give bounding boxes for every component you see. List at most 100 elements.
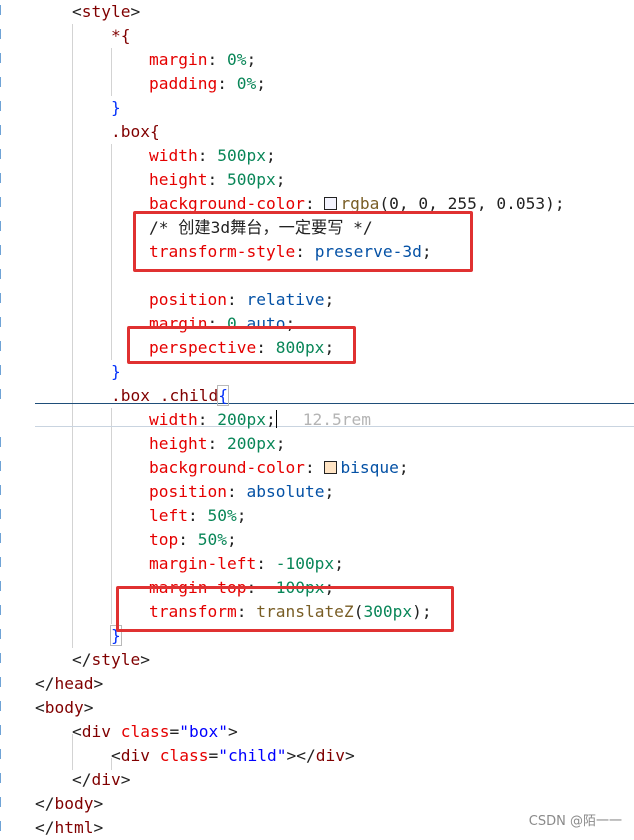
css-property: position xyxy=(149,482,227,501)
gutter-marker xyxy=(0,725,5,735)
code-line: } xyxy=(111,96,121,120)
css-value: 500px xyxy=(217,146,266,165)
gutter-marker xyxy=(0,797,5,807)
code-line: margin-left: -100px; xyxy=(149,554,344,573)
css-property: height xyxy=(149,170,208,189)
html-attribute-value: "child" xyxy=(218,746,287,765)
watermark-text: CSDN @陌一一 xyxy=(528,814,622,829)
code-line: position: relative; xyxy=(149,290,335,309)
code-line: <body> xyxy=(35,698,94,717)
text-caret xyxy=(275,410,277,428)
css-property: position xyxy=(149,290,227,309)
highlight-box-transform-style xyxy=(133,211,473,272)
code-line: height: 200px; xyxy=(149,434,286,453)
gutter-marker xyxy=(0,773,5,783)
css-property: margin xyxy=(149,50,208,69)
gutter-marker xyxy=(0,605,5,615)
css-property: width xyxy=(149,146,198,165)
gutter-marker xyxy=(0,533,5,543)
color-swatch[interactable] xyxy=(324,197,338,210)
body-open-tag: body xyxy=(44,698,84,717)
code-line: </style> xyxy=(72,650,150,669)
gutter-marker xyxy=(0,701,5,711)
html-close-tag: html xyxy=(54,818,94,837)
gutter-marker xyxy=(0,197,5,207)
gutter-marker xyxy=(0,437,5,447)
gutter-marker xyxy=(0,461,5,471)
color-swatch[interactable] xyxy=(324,461,338,474)
code-line: } xyxy=(111,360,121,384)
code-line[interactable]: width: 200px; 12.5rem xyxy=(149,408,371,432)
code-line: left: 50%; xyxy=(149,506,247,525)
gutter-marker xyxy=(0,629,5,639)
css-property: top xyxy=(149,530,179,549)
gutter-marker xyxy=(0,173,5,183)
gutter-marker xyxy=(0,29,5,39)
gutter-marker xyxy=(0,557,5,567)
highlight-box-perspective xyxy=(127,326,356,364)
gutter-marker xyxy=(0,269,5,279)
gutter-marker xyxy=(0,101,5,111)
code-line: </html> xyxy=(35,818,104,837)
gutter-marker xyxy=(0,221,5,231)
opening-brace: { xyxy=(217,385,229,406)
gutter-marker xyxy=(0,821,5,831)
gutter-marker xyxy=(0,677,5,687)
code-line: <div class="box"> xyxy=(72,722,238,741)
html-attribute: class xyxy=(159,746,209,765)
css-value: bisque xyxy=(340,458,399,477)
css-property: padding xyxy=(149,74,218,93)
gutter-marker xyxy=(0,509,5,519)
code-line: height: 500px; xyxy=(149,170,286,189)
gutter-marker xyxy=(0,581,5,591)
gutter-marker xyxy=(0,5,5,15)
html-attribute: class xyxy=(120,722,170,741)
code-line: *{ xyxy=(111,24,131,48)
closing-brace: } xyxy=(111,98,121,117)
css-value: 500px xyxy=(226,170,276,189)
code-line: top: 50%; xyxy=(149,530,237,549)
gutter-marker xyxy=(0,749,5,759)
code-line: <style> xyxy=(72,2,141,21)
closing-brace: } xyxy=(111,362,121,381)
gutter-marker xyxy=(0,389,5,399)
css-value: 0% xyxy=(236,74,257,93)
css-property: background-color xyxy=(149,458,305,477)
code-line: .box{ xyxy=(111,120,160,144)
code-line: </body> xyxy=(35,794,104,813)
gutter-marker xyxy=(0,149,5,159)
code-line: <div class="child"></div> xyxy=(111,746,355,765)
indent-guide xyxy=(111,48,112,96)
css-value: 200px xyxy=(226,434,276,453)
css-value: 50% xyxy=(197,530,227,549)
div-tag: div xyxy=(120,746,150,765)
highlight-box-transform xyxy=(116,586,454,632)
gutter-marker xyxy=(0,53,5,63)
head-close-tag: head xyxy=(54,674,94,693)
body-close-tag: body xyxy=(54,794,94,813)
css-property: left xyxy=(149,506,188,525)
tag-bracket: < xyxy=(72,2,82,21)
code-line: </head> xyxy=(35,674,104,693)
code-line: position: absolute; xyxy=(149,482,335,501)
code-editor[interactable]: <style> *{ margin: 0%; padding: 0%; } .b… xyxy=(0,0,634,837)
style-close-tag: style xyxy=(91,650,141,669)
css-value: -100px xyxy=(275,554,335,573)
code-line: </div> xyxy=(72,770,131,789)
css-value: relative xyxy=(246,290,325,309)
code-line: width: 500px; xyxy=(149,146,276,165)
selector-box: .box{ xyxy=(111,122,160,141)
gutter-marker xyxy=(0,485,5,495)
gutter-marker xyxy=(0,293,5,303)
gutter-marker xyxy=(0,77,5,87)
css-value: 200px xyxy=(217,410,266,429)
html-attribute-value: "box" xyxy=(179,722,228,741)
css-value: absolute xyxy=(246,482,325,501)
div-tag: div xyxy=(81,722,111,741)
div-tag: div xyxy=(91,770,121,789)
gutter-marker xyxy=(0,341,5,351)
indent-guide xyxy=(72,24,73,648)
css-property: width xyxy=(149,410,198,429)
selector-universal: *{ xyxy=(111,26,131,45)
gutter-marker xyxy=(0,653,5,663)
